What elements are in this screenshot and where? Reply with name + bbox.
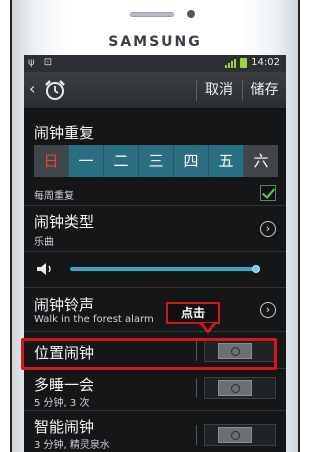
status-bar: ψ ⊡ 14:02: [24, 55, 286, 72]
alarm-type-value: 乐曲: [34, 237, 54, 248]
alarm-clock-icon: [45, 80, 65, 100]
back-arrow-icon[interactable]: ‹: [29, 79, 35, 98]
callout-pointer-inner: [203, 323, 213, 330]
screenshot-frame: SAMSUNG ψ ⊡ 14:02 ‹ 取消 储存 闹钟重复 日 一 二 三 四…: [0, 0, 310, 452]
notification-icons: ψ ⊡: [28, 57, 56, 68]
divider: [24, 410, 286, 411]
day-tuesday[interactable]: 二: [104, 145, 139, 177]
toggle-separator: [196, 378, 197, 398]
day-saturday[interactable]: 六: [244, 145, 278, 177]
divider: [24, 205, 286, 206]
toggle-thumb: [218, 427, 252, 443]
brand-logo: SAMSUNG: [108, 34, 202, 50]
snooze-title: 多睡一会: [34, 376, 95, 394]
ringtone-value: Walk in the forest alarm: [34, 314, 154, 325]
phone-screen: ψ ⊡ 14:02 ‹ 取消 储存 闹钟重复 日 一 二 三 四 五 六 每周重…: [24, 55, 286, 452]
ringtone-title[interactable]: 闹钟铃声: [34, 294, 94, 315]
smart-alarm-title: 智能闹钟: [34, 418, 95, 436]
smart-alarm-toggle[interactable]: [204, 424, 276, 446]
day-thursday[interactable]: 四: [174, 145, 209, 177]
toggle-thumb: [218, 380, 252, 396]
speaker-volume-icon: [37, 263, 51, 275]
repeat-title: 闹钟重复: [34, 124, 95, 142]
action-bar: ‹ 取消 储存: [24, 72, 286, 109]
divider: [24, 287, 286, 288]
snooze-toggle[interactable]: [204, 377, 276, 399]
volume-slider[interactable]: [70, 267, 260, 271]
chevron-right-icon[interactable]: ›: [260, 302, 276, 318]
signal-icon: [225, 58, 237, 68]
toggle-separator: [196, 425, 197, 445]
cancel-button[interactable]: 取消: [197, 72, 241, 109]
tap-callout: 点击: [166, 302, 220, 324]
weekly-repeat-checkbox[interactable]: [260, 185, 276, 201]
snooze-value: 5 分钟, 3 次: [34, 398, 90, 409]
chevron-right-icon[interactable]: ›: [260, 221, 276, 237]
day-friday[interactable]: 五: [209, 145, 244, 177]
status-time: 14:02: [251, 57, 280, 68]
save-button[interactable]: 储存: [243, 72, 286, 109]
volume-slider-handle[interactable]: [252, 265, 261, 273]
location-alarm-highlight-box: [21, 338, 277, 370]
smart-alarm-value: 3 分钟, 精灵泉水: [34, 440, 110, 451]
battery-icon: [240, 57, 248, 68]
day-wednesday[interactable]: 三: [139, 145, 174, 177]
alarm-type-title[interactable]: 闹钟类型: [34, 211, 94, 232]
weekly-repeat-label: 每周重复: [34, 191, 74, 202]
weekday-selector: 日 一 二 三 四 五 六: [34, 145, 278, 177]
earpiece-speaker: [130, 12, 174, 17]
divider: [24, 331, 286, 332]
day-sunday[interactable]: 日: [34, 145, 69, 177]
front-camera: [187, 10, 195, 18]
day-monday[interactable]: 一: [69, 145, 104, 177]
divider: [24, 251, 286, 252]
